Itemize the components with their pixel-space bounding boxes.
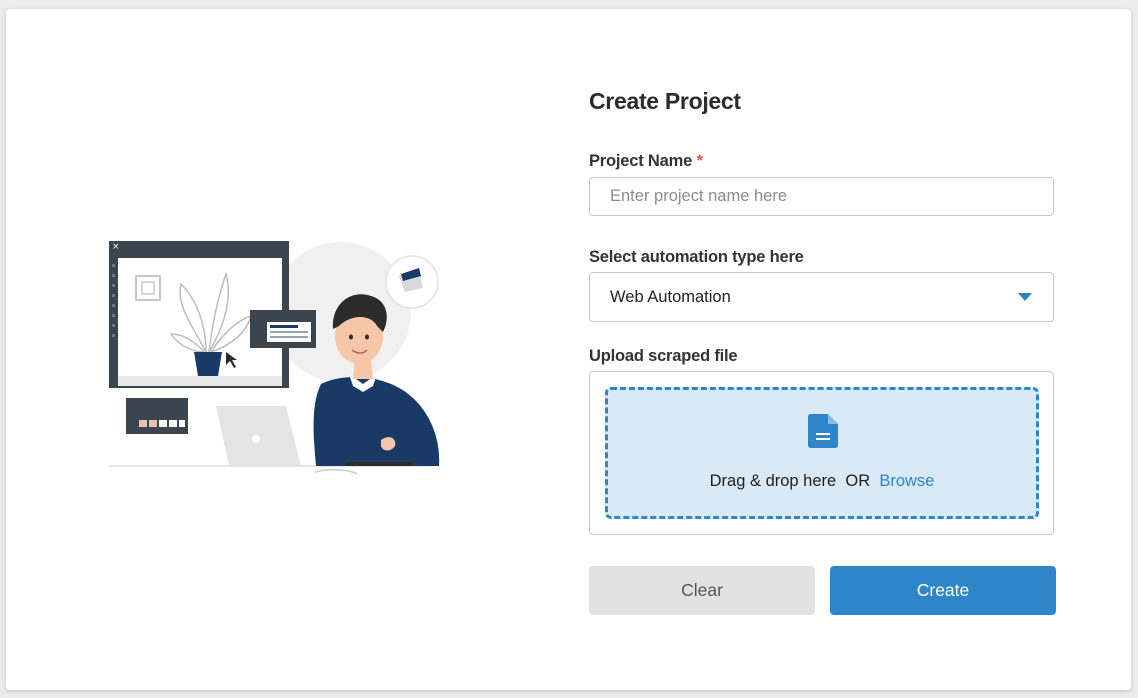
or-text: OR bbox=[845, 472, 871, 490]
required-mark: * bbox=[696, 152, 703, 170]
create-project-card: × Create Project Project Name * Enter pr… bbox=[6, 9, 1131, 690]
automation-type-select[interactable]: Web Automation bbox=[589, 272, 1054, 322]
illustration-graphic: × bbox=[109, 241, 440, 475]
automation-type-value: Web Automation bbox=[610, 287, 731, 306]
page-title: Create Project bbox=[589, 88, 741, 114]
designer-illustration: × bbox=[101, 234, 446, 484]
drop-text: Drag & drop here bbox=[709, 472, 837, 490]
clear-button[interactable]: Clear bbox=[589, 566, 815, 615]
project-name-label-text: Project Name bbox=[589, 152, 693, 170]
browse-link[interactable]: Browse bbox=[879, 472, 934, 490]
file-dropzone[interactable]: Drag & drop here OR Browse bbox=[605, 387, 1039, 519]
automation-type-label: Select automation type here bbox=[589, 248, 804, 266]
project-name-input[interactable] bbox=[589, 177, 1054, 216]
create-button[interactable]: Create bbox=[830, 566, 1056, 615]
chevron-down-icon[interactable] bbox=[1018, 293, 1032, 301]
upload-container: Drag & drop here OR Browse bbox=[589, 371, 1054, 535]
svg-text:×: × bbox=[112, 242, 120, 252]
upload-label: Upload scraped file bbox=[589, 347, 738, 365]
drop-instructions: Drag & drop here OR Browse bbox=[608, 472, 1036, 491]
project-name-label: Project Name * bbox=[589, 152, 703, 171]
file-icon bbox=[808, 414, 838, 448]
